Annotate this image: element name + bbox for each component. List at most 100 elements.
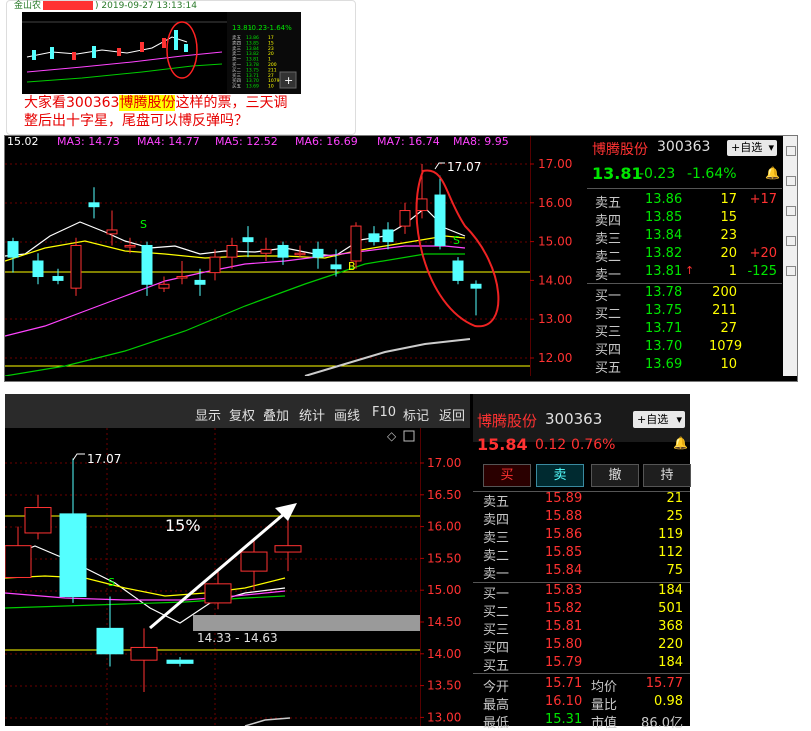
toolbar-display[interactable]: 显示 (195, 405, 221, 424)
bid-row[interactable]: 买二 15.82 501 (473, 601, 690, 620)
price-axis-tick: 14.00 (427, 647, 461, 661)
ask-row[interactable]: 卖二 13.82 20 +20 (587, 245, 782, 265)
tool-icon-5[interactable] (786, 266, 796, 276)
candle-body (158, 283, 170, 289)
thumb-row-vol: 23 (268, 46, 274, 52)
bell-icon[interactable]: 🔔 (673, 436, 688, 450)
sell-button[interactable]: 卖 (536, 464, 584, 487)
window-toggle-icon[interactable] (403, 430, 415, 442)
bid-row[interactable]: 买一 13.78 200 (587, 284, 782, 304)
post-author: 金山农 (14, 1, 42, 11)
candle-body (274, 545, 302, 553)
stat-label: 最低 (483, 716, 510, 731)
bid-row[interactable]: 买五 15.79 184 (473, 655, 690, 674)
stat-label: 市值 (591, 716, 618, 731)
tool-icon-3[interactable] (786, 206, 796, 216)
tool-icon-2[interactable] (786, 176, 796, 186)
ask-row[interactable]: 卖一 15.84 75 (473, 563, 690, 582)
candle-body (434, 194, 446, 246)
candle-body (70, 244, 82, 289)
thumb-row-price: 13.75 (246, 67, 259, 73)
tool-icon-1[interactable] (786, 146, 796, 156)
thumb-row-vol: 1079 (268, 78, 280, 84)
price-pct-2: 0.76% (571, 437, 616, 453)
toolbar-stats[interactable]: 统计 (299, 405, 325, 424)
toolbar-f10[interactable]: F10 (372, 405, 396, 420)
stock-name-1[interactable]: 博腾股份 (592, 139, 648, 159)
tool-icon-4[interactable] (786, 236, 796, 246)
buy-button[interactable]: 买 (483, 464, 531, 487)
kline-chart-2[interactable]: 14.33 - 14.63 17.07 S 15% ◇ (5, 428, 420, 726)
candle-body (416, 198, 428, 212)
post-timestamp: ) 2019-09-27 13:13:14 (95, 1, 197, 11)
thumb-row-vol: 211 (268, 67, 277, 73)
stat-value: 15.77 (645, 676, 683, 691)
level-price: 13.82 (645, 246, 683, 261)
thumb-row-price: 13.84 (246, 46, 259, 52)
bid-row[interactable]: 买五 13.69 10 (587, 356, 782, 376)
ask-row[interactable]: 卖四 13.85 15 (587, 209, 782, 229)
thumb-row-price: 13.70 (246, 78, 259, 84)
dropdown-arrow-icon: ▾ (768, 141, 774, 154)
candle-body (350, 225, 362, 262)
ask-row[interactable]: 卖三 15.86 119 (473, 527, 690, 546)
bid-row[interactable]: 买三 15.81 368 (473, 619, 690, 638)
thumb-row-price: 13.71 (246, 73, 259, 79)
level-price: 13.71 (645, 321, 683, 336)
stock-code-1: 300363 (657, 139, 711, 155)
bid-row[interactable]: 买二 13.75 211 (587, 302, 782, 322)
dropdown-arrow-icon: ▾ (676, 413, 682, 426)
ma-label-0: 15.02 (7, 136, 39, 148)
level-volume: 211 (712, 303, 737, 318)
level-volume: 15 (720, 210, 737, 225)
watchlist-button-1[interactable]: +自选 ▾ (727, 140, 777, 156)
bid-row[interactable]: 买一 15.83 184 (473, 583, 690, 602)
ask-row[interactable]: 卖四 15.88 25 (473, 509, 690, 528)
post-stock-highlight[interactable]: 博腾股份 (119, 95, 176, 111)
stat-value: 15.71 (545, 676, 583, 691)
thumb-change: -0.23 (249, 24, 267, 32)
price-axis-tick: 12.00 (538, 351, 572, 365)
level-label: 卖三 (483, 531, 510, 546)
candle-body (226, 244, 238, 258)
kline-chart-1[interactable]: 15.02 MA3: 14.73 MA4: 14.77 MA5: 12.52 M… (5, 136, 530, 376)
ask-row[interactable]: 卖一 13.81 1 -125 ↑ (587, 263, 782, 283)
level-volume: 20 (720, 246, 737, 261)
toolbar-mark[interactable]: 标记 (403, 405, 429, 424)
price-axis-tick: 13.50 (427, 679, 461, 693)
level-price: 15.84 (545, 563, 583, 578)
bid-row[interactable]: 买三 13.71 27 (587, 320, 782, 340)
holdings-button[interactable]: 持 (643, 464, 691, 487)
last-price-1: 13.81 (592, 164, 643, 183)
bell-icon[interactable]: 🔔 (765, 166, 780, 180)
thumb-plus-icon[interactable]: + (284, 74, 293, 87)
cancel-order-button[interactable]: 撤 (591, 464, 639, 487)
thumb-row-label: 买三 (232, 72, 241, 79)
level-volume: 184 (658, 655, 683, 670)
toolbar-overlay[interactable]: 叠加 (263, 405, 289, 424)
chart-thumbnail[interactable]: 13.81 -0.23 -1.64% 卖五 13.86 17 卖四 13.85 15 卖三 1… (22, 12, 301, 94)
ask-row[interactable]: 卖五 15.89 21 (473, 491, 690, 510)
price-axis-tick: 13.00 (538, 312, 572, 326)
stock-name-2[interactable]: 博腾股份 (477, 410, 537, 431)
bid-row[interactable]: 买四 15.80 220 (473, 637, 690, 656)
toolbar-back[interactable]: 返回 (439, 405, 465, 424)
price-axis-tick: 15.00 (538, 235, 572, 249)
level-label: 买二 (483, 605, 510, 620)
level-volume: 75 (666, 563, 683, 578)
toolbar-draw[interactable]: 画线 (334, 405, 360, 424)
level-label: 买五 (483, 659, 510, 674)
candle-body (24, 507, 52, 534)
level-price: 13.75 (645, 303, 683, 318)
toolbar-adjust[interactable]: 复权 (229, 405, 255, 424)
ma-label-6: MA6: 16.69 (295, 136, 358, 148)
right-toolbar-strip[interactable] (783, 136, 797, 376)
watchlist-button-2[interactable]: +自选 ▾ (633, 411, 685, 428)
diamond-icon[interactable]: ◇ (387, 429, 397, 443)
ask-row[interactable]: 卖三 13.84 23 (587, 227, 782, 247)
bid-row[interactable]: 买四 13.70 1079 (587, 338, 782, 358)
ask-row[interactable]: 卖五 13.86 17 +17 (587, 191, 782, 211)
ask-row[interactable]: 卖二 15.85 112 (473, 545, 690, 564)
level-label: 卖五 (483, 495, 510, 510)
candle-body (382, 229, 394, 243)
